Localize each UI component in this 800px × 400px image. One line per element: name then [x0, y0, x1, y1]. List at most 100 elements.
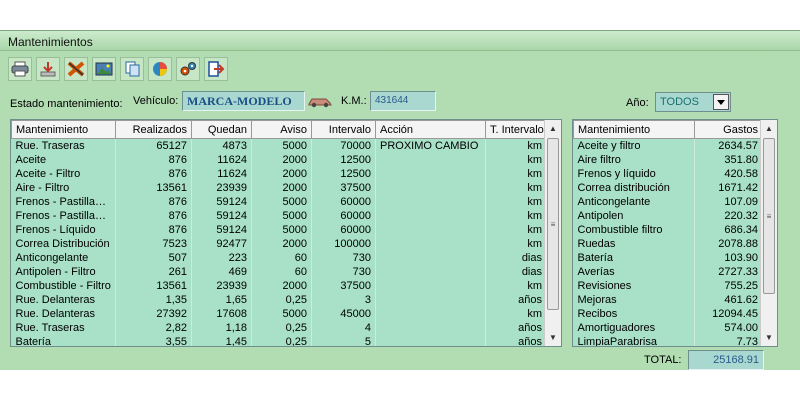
column-header[interactable]: Gastos — [694, 120, 763, 139]
printer-icon[interactable] — [8, 57, 32, 81]
column-header[interactable]: Intervalo — [311, 120, 376, 139]
table-cell: 876 — [115, 195, 192, 209]
table-cell: 2000 — [251, 237, 312, 251]
total-label: TOTAL: — [644, 354, 682, 366]
car-icon[interactable] — [307, 93, 333, 109]
table-row[interactable]: Aire - Filtro 13561 23939 2000 37500 km — [11, 181, 547, 195]
table-row[interactable]: Frenos - Líquido 876 59124 5000 60000 km — [11, 223, 547, 237]
table-cell: 5000 — [251, 138, 312, 153]
table-cell: 686.34 — [694, 223, 763, 237]
table-cell: 574.00 — [694, 321, 763, 335]
table-row[interactable]: Rue. Delanteras 1,35 1,65 0,25 3 años — [11, 293, 547, 307]
table-row[interactable]: Combustible filtro 686.34 — [573, 223, 763, 237]
table-cell: 100000 — [311, 237, 376, 251]
table-cell: km — [485, 181, 547, 195]
table-cell: Antipolen — [573, 209, 695, 223]
table-cell: 23939 — [191, 181, 252, 195]
table-row[interactable]: Batería 103.90 — [573, 251, 763, 265]
mantenimientos-window: Mantenimientos Estado mantenimiento: Veh… — [0, 30, 800, 370]
table-cell: Recibos — [573, 307, 695, 321]
table-cell: 4 — [311, 321, 376, 335]
table-row[interactable]: Batería 3,55 1,45 0,25 5 años — [11, 335, 547, 346]
table-row[interactable]: Correa Distribución 7523 92477 2000 100000 km — [11, 237, 547, 251]
gastos-scrollbar[interactable]: ▲ ≡ ▼ — [760, 120, 777, 346]
table-cell: 730 — [311, 251, 376, 265]
scroll-down-icon[interactable]: ▼ — [761, 329, 777, 346]
column-header[interactable]: T. Intervalo — [485, 120, 547, 139]
table-row[interactable]: Correa distribución 1671.42 — [573, 181, 763, 195]
table-row[interactable]: Ruedas 2078.88 — [573, 237, 763, 251]
table-row[interactable]: Frenos y líquido 420.58 — [573, 167, 763, 181]
table-cell: 7.73 — [694, 335, 763, 346]
column-header[interactable]: Acción — [375, 120, 486, 139]
scroll-thumb[interactable]: ≡ — [547, 138, 559, 310]
table-row[interactable]: Rue. Traseras 65127 4873 5000 70000 PROXIMO C… — [11, 138, 547, 153]
table-cell: 730 — [311, 265, 376, 279]
table-row[interactable]: Frenos - Pastillas ... 876 59124 5000 60000 k… — [11, 209, 547, 223]
scroll-up-icon[interactable]: ▲ — [761, 120, 777, 137]
table-row[interactable]: Antipolen 220.32 — [573, 209, 763, 223]
table-cell: Ruedas — [573, 237, 695, 251]
column-header[interactable]: Mantenimiento — [573, 120, 695, 139]
table-row[interactable]: Aceite - Filtro 876 11624 2000 12500 km — [11, 167, 547, 181]
table-cell: Combustible filtro — [573, 223, 695, 237]
vehiculo-field[interactable]: MARCA-MODELO — [182, 91, 305, 111]
table-row[interactable]: Antipolen - Filtro 261 469 60 730 dias — [11, 265, 547, 279]
table-row[interactable]: Frenos - Pastillas ... 876 59124 5000 60000 k… — [11, 195, 547, 209]
filters-bar: Estado mantenimiento: Vehículo: MARCA-MO… — [0, 91, 800, 113]
table-row[interactable]: LimpiaParabrisa 7.73 — [573, 335, 763, 346]
table-cell — [375, 251, 486, 265]
table-cell: Amortiguadores — [573, 321, 695, 335]
table-row[interactable]: Aire filtro 351.80 — [573, 153, 763, 167]
scroll-up-icon[interactable]: ▲ — [545, 120, 561, 137]
table-row[interactable]: Mejoras 461.62 — [573, 293, 763, 307]
tools-icon[interactable] — [64, 57, 88, 81]
table-row[interactable]: Rue. Traseras 2,82 1,18 0,25 4 años — [11, 321, 547, 335]
km-field[interactable]: 431644 — [370, 91, 436, 111]
column-header[interactable]: Mantenimiento — [11, 120, 116, 139]
table-cell: Rue. Traseras — [11, 321, 116, 335]
table-cell: km — [485, 237, 547, 251]
window-title: Mantenimientos — [0, 31, 800, 51]
table-cell: 12500 — [311, 167, 376, 181]
table-cell: 17608 — [191, 307, 252, 321]
table-row[interactable]: Recibos 12094.45 — [573, 307, 763, 321]
column-header[interactable]: Aviso — [251, 120, 312, 139]
table-row[interactable]: Anticongelante 507 223 60 730 dias — [11, 251, 547, 265]
maintenance-scrollbar[interactable]: ▲ ≡ ▼ — [544, 120, 561, 346]
exit-icon[interactable] — [204, 57, 228, 81]
table-row[interactable]: Combustible - Filtro 13561 23939 2000 37500 k… — [11, 279, 547, 293]
table-cell: Aire filtro — [573, 153, 695, 167]
table-row[interactable]: Rue. Delanteras 27392 17608 5000 45000 km — [11, 307, 547, 321]
table-cell: km — [485, 153, 547, 167]
table-row[interactable]: Amortiguadores 574.00 — [573, 321, 763, 335]
chevron-down-icon[interactable] — [713, 94, 729, 110]
total-value: 25168.91 — [688, 350, 764, 370]
chart-icon[interactable] — [148, 57, 172, 81]
table-cell: años — [485, 293, 547, 307]
table-row[interactable]: Anticongelante 107.09 — [573, 195, 763, 209]
table-cell: 2078.88 — [694, 237, 763, 251]
table-cell — [375, 223, 486, 237]
table-row[interactable]: Aceite 876 11624 2000 12500 km — [11, 153, 547, 167]
image-icon[interactable] — [92, 57, 116, 81]
column-header[interactable]: Quedan — [191, 120, 252, 139]
table-cell: km — [485, 307, 547, 321]
scroll-thumb[interactable]: ≡ — [763, 138, 775, 294]
copy-icon[interactable] — [120, 57, 144, 81]
table-row[interactable]: Aceite y filtro 2634.57 — [573, 138, 763, 153]
table-cell — [375, 279, 486, 293]
table-cell: dias — [485, 265, 547, 279]
download-icon[interactable] — [36, 57, 60, 81]
table-row[interactable]: Revisiones 755.25 — [573, 279, 763, 293]
anio-select[interactable]: TODOS — [655, 92, 731, 112]
table-cell: 11624 — [191, 167, 252, 181]
table-cell: Frenos - Pastillas ... — [11, 195, 116, 209]
scroll-down-icon[interactable]: ▼ — [545, 329, 561, 346]
table-row[interactable]: Averías 2727.33 — [573, 265, 763, 279]
estado-label: Estado mantenimiento: — [10, 98, 123, 110]
table-cell: 876 — [115, 167, 192, 181]
settings-icon[interactable] — [176, 57, 200, 81]
column-header[interactable]: Realizados — [115, 120, 192, 139]
table-cell — [375, 293, 486, 307]
